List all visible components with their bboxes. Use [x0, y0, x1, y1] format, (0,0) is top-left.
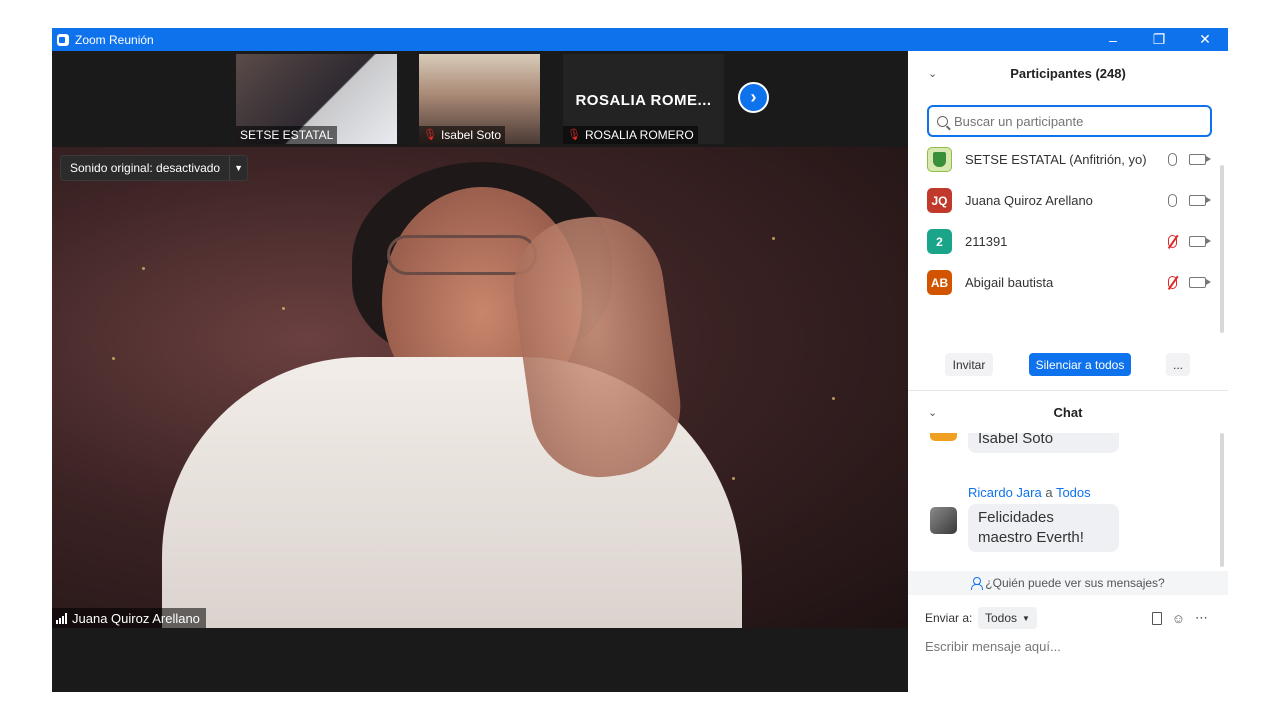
- chat-message: Isabel Soto: [968, 433, 1119, 453]
- who-can-see-text: ¿Quién puede ver sus mensajes?: [985, 576, 1165, 590]
- participant-search[interactable]: [927, 105, 1212, 137]
- who-can-see-link[interactable]: ¿Quién puede ver sus mensajes?: [908, 571, 1228, 595]
- more-icon[interactable]: ⋯: [1195, 610, 1208, 626]
- avatar: 2: [927, 229, 952, 254]
- original-sound-label: Sonido original: desactivado: [70, 161, 221, 175]
- chat-recipient[interactable]: Todos: [1056, 485, 1091, 500]
- file-icon[interactable]: [1151, 611, 1162, 625]
- avatar: [927, 147, 952, 172]
- chat-sender[interactable]: Ricardo Jara: [968, 485, 1042, 500]
- zoom-app-icon: [57, 33, 69, 46]
- send-to-label: Enviar a:: [925, 611, 973, 625]
- speaker-name: Juana Quiroz Arellano: [72, 610, 200, 626]
- mic-muted-icon: 🎙︎: [567, 129, 581, 141]
- mute-all-button[interactable]: Silenciar a todos: [1029, 353, 1131, 376]
- close-button[interactable]: ✕: [1182, 28, 1228, 51]
- participant-row[interactable]: AB Abigail bautista: [908, 262, 1218, 303]
- window-title: Zoom Reunión: [75, 32, 154, 47]
- emoji-icon[interactable]: ☺: [1172, 611, 1185, 626]
- participant-name: SETSE ESTATAL (Anfitrión, yo): [965, 152, 1147, 167]
- thumbnail-setse[interactable]: SETSE ESTATAL: [236, 54, 397, 144]
- next-page-button[interactable]: ›: [738, 82, 769, 113]
- thumbnail-name: Isabel Soto: [440, 128, 502, 142]
- camera-icon[interactable]: [1189, 154, 1211, 165]
- chat-message-text: Isabel Soto: [978, 433, 1054, 447]
- mic-muted-icon: 🎙︎: [423, 129, 437, 141]
- thumbnail-label: SETSE ESTATAL: [236, 126, 338, 144]
- chat-sender-line: Ricardo Jara a Todos: [968, 485, 1091, 500]
- chevron-down-icon[interactable]: ⌄: [928, 67, 937, 80]
- invite-button[interactable]: Invitar: [945, 353, 993, 376]
- thumbnail-rosalia[interactable]: ROSALIA ROME... 🎙︎ ROSALIA ROMERO: [563, 54, 724, 144]
- avatar: AB: [927, 270, 952, 295]
- avatar: [930, 507, 957, 534]
- participants-header: ⌄ Participantes (248): [908, 51, 1228, 95]
- chevron-down-icon[interactable]: ▼: [229, 156, 247, 180]
- avatar: JQ: [927, 188, 952, 213]
- search-input[interactable]: [954, 113, 1194, 129]
- avatar: [930, 433, 957, 441]
- mic-muted-icon[interactable]: [1168, 276, 1177, 289]
- participants-scrollbar[interactable]: [1220, 165, 1224, 333]
- participant-name: 211391: [965, 234, 1008, 249]
- chat-message-input[interactable]: [925, 635, 1215, 657]
- camera-icon[interactable]: [1189, 195, 1211, 206]
- video-area: SETSE ESTATAL 🎙︎ Isabel Soto ROSALIA ROM…: [52, 51, 908, 692]
- mic-muted-icon[interactable]: [1168, 235, 1177, 248]
- title-bar: Zoom Reunión – ❐ ✕: [52, 28, 1228, 51]
- minimize-button[interactable]: –: [1090, 28, 1136, 51]
- person-icon: [971, 577, 984, 590]
- side-panel: ⌄ Participantes (248) SETSE ESTATAL (Anf…: [908, 51, 1228, 692]
- camera-icon[interactable]: [1189, 277, 1211, 288]
- mic-icon[interactable]: [1168, 153, 1177, 166]
- chevron-down-icon[interactable]: ⌄: [928, 406, 937, 419]
- search-icon: [937, 115, 948, 127]
- chat-messages: Isabel Soto Ricardo Jara a Todos Felicid…: [908, 433, 1228, 571]
- participant-actions: Invitar Silenciar a todos ...: [908, 353, 1228, 377]
- chat-header: ⌄ Chat: [908, 391, 1228, 433]
- more-options-button[interactable]: ...: [1166, 353, 1190, 376]
- restore-button[interactable]: ❐: [1136, 28, 1182, 51]
- chat-scrollbar[interactable]: [1220, 433, 1224, 567]
- original-sound-button[interactable]: Sonido original: desactivado ▼: [60, 155, 249, 181]
- participant-name: Abigail bautista: [965, 275, 1054, 290]
- thumbnail-big-name: ROSALIA ROME...: [575, 92, 712, 109]
- participants-title: Participantes (248): [1010, 65, 1126, 81]
- zoom-window: Zoom Reunión – ❐ ✕ SETSE ESTATAL 🎙︎ Isab…: [52, 28, 1228, 692]
- signal-strength-icon: [56, 612, 67, 624]
- chat-message: Felicidades maestro Everth!: [968, 504, 1119, 552]
- speaker-name-label: Juana Quiroz Arellano: [52, 608, 206, 628]
- send-to-row: Enviar a: Todos ▼ ☺ ⋯: [908, 607, 1228, 629]
- participant-row[interactable]: SETSE ESTATAL (Anfitrión, yo): [908, 139, 1218, 180]
- camera-icon[interactable]: [1189, 236, 1211, 247]
- active-speaker-video: Sonido original: desactivado ▼ Juana Qui…: [52, 147, 908, 628]
- thumbnail-label: 🎙︎ ROSALIA ROMERO: [563, 126, 698, 144]
- participant-row[interactable]: 2 211391: [908, 221, 1218, 262]
- chevron-down-icon: ▼: [1022, 613, 1030, 623]
- participant-name: Juana Quiroz Arellano: [965, 193, 1093, 208]
- chat-connector: a: [1045, 485, 1053, 500]
- participant-list: SETSE ESTATAL (Anfitrión, yo) JQ Juana Q…: [908, 139, 1218, 303]
- thumbnail-label: 🎙︎ Isabel Soto: [419, 126, 506, 144]
- chat-title: Chat: [1053, 404, 1083, 420]
- participant-row[interactable]: JQ Juana Quiroz Arellano: [908, 180, 1218, 221]
- send-to-value: Todos: [985, 611, 1018, 625]
- thumbnail-name: SETSE ESTATAL: [240, 128, 334, 142]
- chat-message-text: Felicidades maestro Everth!: [978, 509, 1084, 546]
- thumbnail-name: ROSALIA ROMERO: [584, 128, 694, 142]
- thumbnail-isabel[interactable]: 🎙︎ Isabel Soto: [419, 54, 540, 144]
- send-to-dropdown[interactable]: Todos ▼: [978, 607, 1037, 629]
- mic-icon[interactable]: [1168, 194, 1177, 207]
